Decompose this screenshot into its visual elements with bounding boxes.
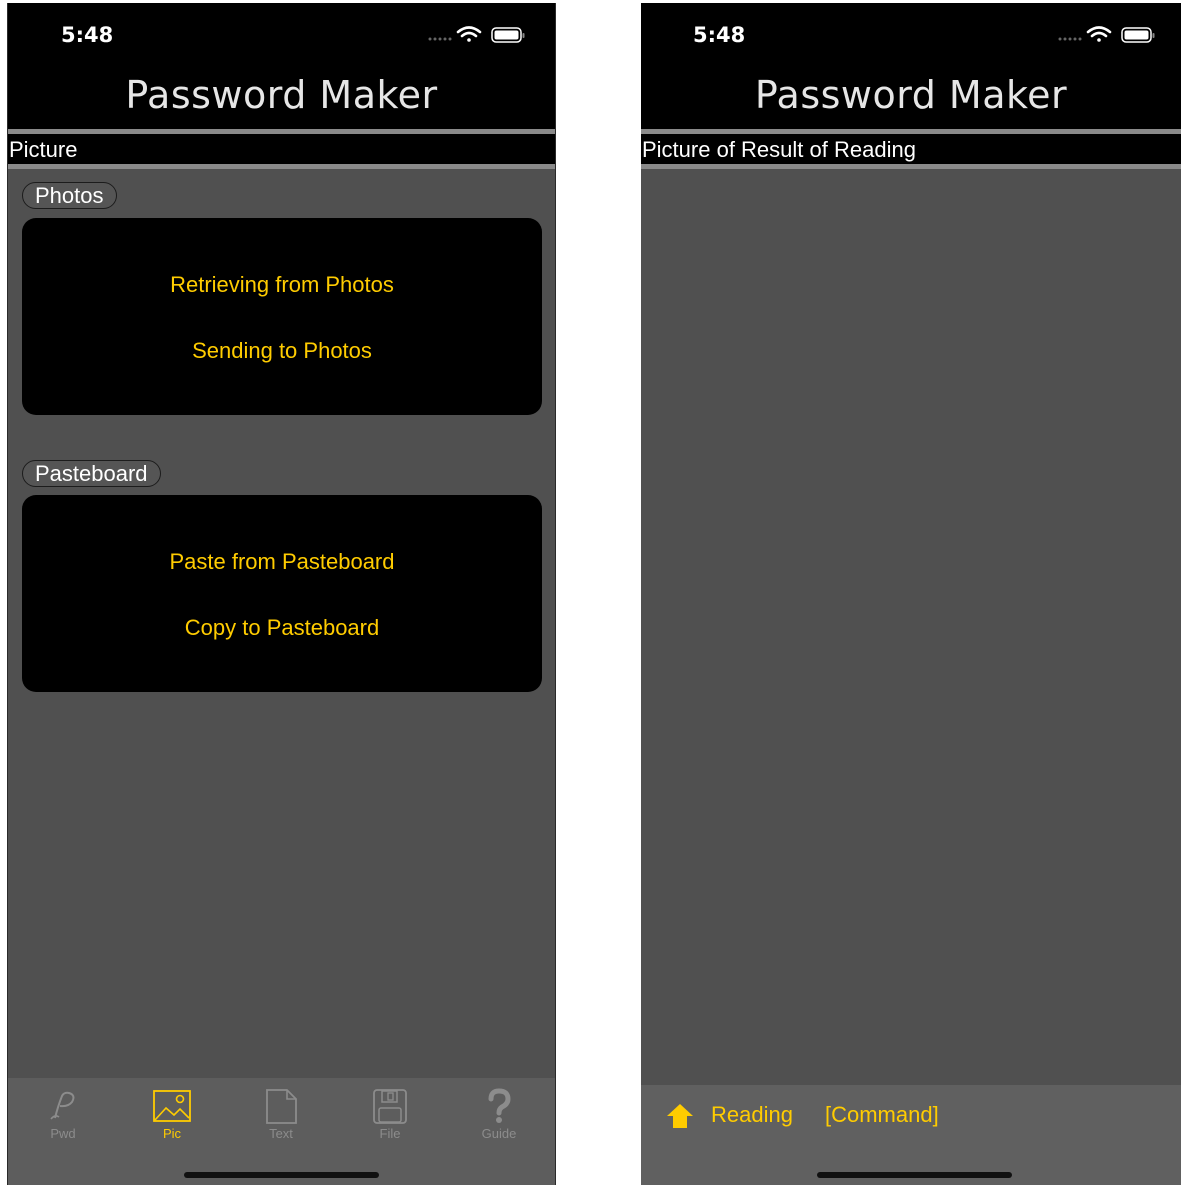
status-icons: [428, 26, 525, 43]
photos-card: Retrieving from Photos Sending to Photos: [22, 218, 542, 415]
signal-dots-icon: [1058, 37, 1082, 41]
tab-guide[interactable]: Guide: [459, 1088, 539, 1141]
tab-bar: Pwd Pic Text File Guide: [8, 1078, 555, 1185]
copy-to-pasteboard-button[interactable]: Copy to Pasteboard: [22, 615, 542, 641]
status-bar: 5:48: [641, 3, 1181, 61]
toolbar: Reading [Command]: [641, 1085, 1181, 1185]
status-icons: [1058, 26, 1155, 43]
tab-file[interactable]: File: [350, 1088, 430, 1141]
nav-title: Password Maker: [125, 73, 438, 117]
battery-icon: [1121, 27, 1155, 43]
tab-pic[interactable]: Pic: [132, 1088, 212, 1141]
navigation-bar: Password Maker: [641, 61, 1181, 129]
section-header: Picture: [8, 129, 555, 169]
section-header-label: Picture: [9, 137, 78, 162]
tab-label: Guide: [481, 1126, 517, 1141]
right-screen: 5:48 Password Maker Picture of Result of…: [641, 3, 1181, 1185]
signal-dots-icon: [428, 37, 452, 41]
tab-label: Pic: [162, 1126, 182, 1141]
nav-title: Password Maker: [754, 73, 1068, 117]
command-button[interactable]: [Command]: [825, 1102, 939, 1128]
status-time: 5:48: [61, 23, 114, 47]
question-mark-icon: [488, 1088, 511, 1123]
wifi-icon: [1086, 26, 1112, 42]
pasteboard-group-label: Pasteboard: [22, 460, 161, 487]
picture-icon: [153, 1090, 191, 1122]
tab-text[interactable]: Text: [241, 1088, 321, 1141]
wifi-icon: [456, 26, 482, 42]
pasteboard-card: Paste from Pasteboard Copy to Pasteboard: [22, 495, 542, 692]
picture-result-area: [641, 169, 1181, 1085]
left-screen: 5:48 Password Maker Picture Photos Retri…: [7, 3, 556, 1185]
paste-from-pasteboard-button[interactable]: Paste from Pasteboard: [22, 549, 542, 575]
navigation-bar: Password Maker: [8, 61, 555, 129]
status-bar: 5:48: [8, 3, 555, 61]
section-header: Picture of Result of Reading: [641, 129, 1181, 169]
send-to-photos-button[interactable]: Sending to Photos: [22, 338, 542, 364]
retrieve-from-photos-button[interactable]: Retrieving from Photos: [22, 272, 542, 298]
tab-label: File: [379, 1126, 401, 1141]
reading-button[interactable]: Reading: [711, 1102, 793, 1128]
floppy-disk-icon: [373, 1089, 407, 1124]
home-indicator[interactable]: [817, 1172, 1012, 1178]
script-p-icon: [50, 1091, 75, 1120]
status-time: 5:48: [693, 23, 746, 47]
house-icon[interactable]: [666, 1103, 694, 1129]
home-indicator[interactable]: [184, 1172, 379, 1178]
document-icon: [266, 1089, 297, 1124]
photos-group-label: Photos: [22, 182, 117, 209]
battery-icon: [491, 27, 525, 43]
tab-label: Pwd: [50, 1126, 76, 1141]
tab-label: Text: [269, 1126, 293, 1141]
tab-pwd[interactable]: Pwd: [23, 1088, 103, 1141]
section-header-label: Picture of Result of Reading: [642, 137, 916, 162]
